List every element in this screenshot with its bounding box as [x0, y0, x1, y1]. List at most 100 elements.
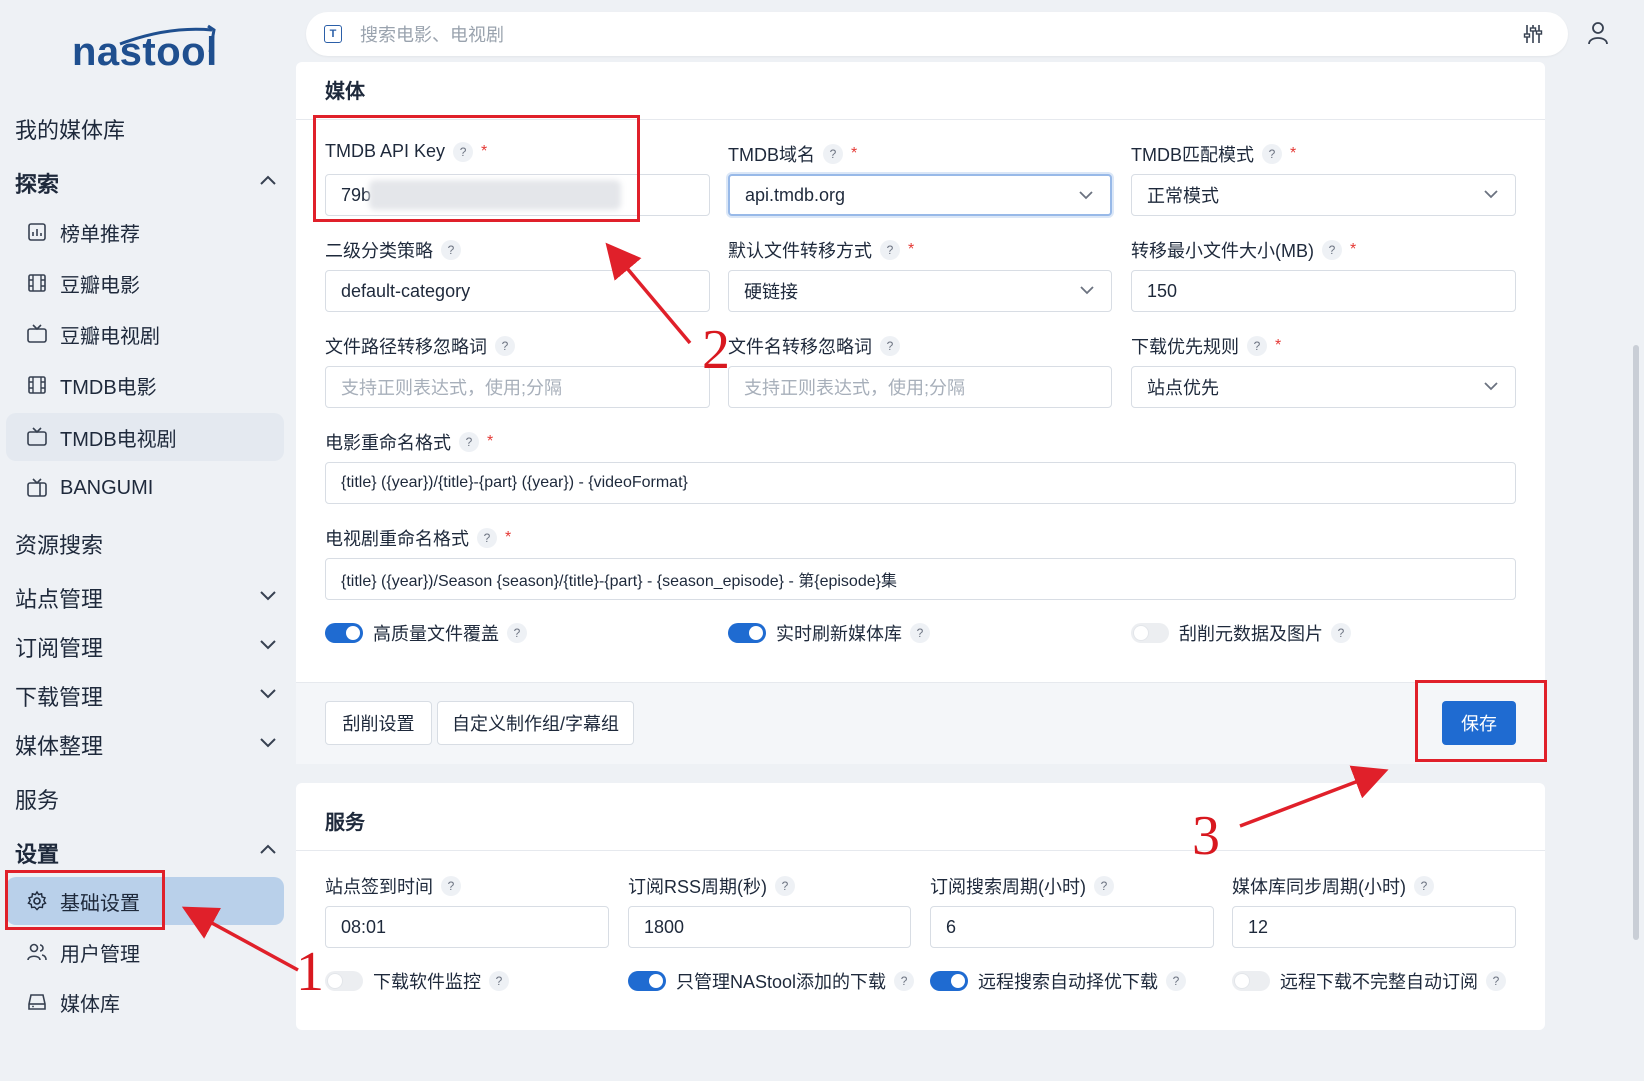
help-icon[interactable]: ? [894, 971, 915, 991]
help-icon[interactable]: ? [1094, 876, 1114, 896]
search-bar[interactable]: T 搜索电影、电视剧 [306, 12, 1568, 56]
help-icon[interactable]: ? [775, 876, 795, 896]
transfer-mode-select[interactable]: 硬链接 [728, 270, 1112, 312]
sidebar-item-tmdb-movie[interactable]: TMDB电影 [6, 361, 284, 409]
help-icon[interactable]: ? [880, 336, 900, 356]
help-icon[interactable]: ? [489, 971, 509, 991]
help-icon[interactable]: ? [1331, 623, 1351, 643]
chevron-down-icon[interactable] [258, 637, 278, 651]
required-mark: * [487, 433, 494, 450]
name-ignore-input[interactable]: 支持正则表达式，使用;分隔 [728, 366, 1112, 408]
field-label-download-rule: 下载优先规则 ? * [1131, 333, 1281, 359]
library-sync-input[interactable]: 12 [1232, 906, 1516, 948]
sidebar-item-rankings[interactable]: 榜单推荐 [6, 208, 284, 256]
movie-rename-input[interactable]: {title} ({year})/{title}-{part} ({year})… [325, 462, 1516, 504]
sidebar-item-bangumi[interactable]: BANGUMI [6, 464, 284, 512]
sidebar-item-label: 媒体库 [60, 993, 120, 1016]
help-icon[interactable]: ? [507, 623, 527, 643]
help-icon[interactable]: ? [495, 336, 515, 356]
nav-download-manage[interactable]: 下载管理 [15, 680, 103, 712]
help-icon[interactable]: ? [459, 432, 479, 452]
toggle-remote-best-download[interactable]: 远程搜索自动择优下载 ? [930, 968, 1186, 994]
chevron-down-icon[interactable] [258, 588, 278, 602]
annotation-box-save [1415, 680, 1547, 762]
toggle-realtime-refresh[interactable]: 实时刷新媒体库 ? [728, 620, 930, 646]
toggle-manage-nastool-only[interactable]: 只管理NAStool添加的下载 ? [628, 968, 915, 994]
scrollbar[interactable] [1633, 345, 1639, 940]
tmdb-match-select[interactable]: 正常模式 [1131, 174, 1516, 216]
label-text: 文件名转移忽略词 [728, 337, 872, 357]
switch[interactable] [325, 971, 363, 991]
input-value: 08:01 [341, 916, 387, 937]
sidebar-item-label: 榜单推荐 [60, 223, 140, 246]
hdd-icon [26, 991, 48, 1013]
tmdb-domain-select[interactable]: api.tmdb.org [728, 174, 1112, 216]
select-value: 站点优先 [1147, 378, 1219, 398]
nav-media-organize[interactable]: 媒体整理 [15, 729, 103, 761]
label-text: 二级分类策略 [325, 241, 433, 261]
search-period-input[interactable]: 6 [930, 906, 1214, 948]
help-icon[interactable]: ? [477, 528, 497, 548]
min-file-size-input[interactable]: 150 [1131, 270, 1516, 312]
nav-resource-search[interactable]: 资源搜索 [15, 528, 103, 560]
download-rule-select[interactable]: 站点优先 [1131, 366, 1516, 408]
custom-group-button[interactable]: 自定义制作组/字幕组 [437, 701, 634, 745]
switch[interactable] [325, 623, 363, 643]
help-icon[interactable]: ? [823, 144, 843, 164]
switch[interactable] [728, 623, 766, 643]
chevron-up-icon[interactable] [258, 842, 278, 856]
rss-period-input[interactable]: 1800 [628, 906, 911, 948]
toggle-remote-incomplete-subscribe[interactable]: 远程下载不完整自动订阅 ? [1232, 968, 1506, 994]
scrape-settings-button[interactable]: 刮削设置 [325, 701, 432, 745]
sidebar-item-tmdb-tv[interactable]: TMDB电视剧 [6, 413, 284, 461]
filter-sliders-icon[interactable] [1522, 23, 1544, 45]
nav-service[interactable]: 服务 [15, 783, 59, 815]
input-placeholder: 支持正则表达式，使用;分隔 [341, 378, 562, 398]
annotation-number-2: 2 [702, 319, 730, 381]
sidebar-item-douban-movie[interactable]: 豆瓣电影 [6, 259, 284, 307]
logo[interactable]: nastool [72, 30, 218, 75]
toggle-scrape-metadata[interactable]: 刮削元数据及图片 ? [1131, 620, 1351, 646]
field-label-tv-rename: 电视剧重命名格式 ? * [325, 525, 511, 551]
help-icon[interactable]: ? [910, 623, 930, 643]
search-type-icon[interactable]: T [324, 25, 342, 43]
select-value: 正常模式 [1147, 186, 1219, 206]
help-icon[interactable]: ? [1322, 240, 1342, 260]
user-icon[interactable] [1586, 20, 1610, 46]
toggle-downloader-monitor[interactable]: 下载软件监控 ? [325, 968, 509, 994]
switch[interactable] [1131, 623, 1169, 643]
help-icon[interactable]: ? [1486, 971, 1506, 991]
nav-site-manage[interactable]: 站点管理 [15, 582, 103, 614]
label-text: 电影重命名格式 [325, 433, 451, 453]
help-icon[interactable]: ? [1166, 971, 1186, 991]
help-icon[interactable]: ? [441, 876, 461, 896]
tv-rename-input[interactable]: {title} ({year})/Season {season}/{title}… [325, 558, 1516, 600]
sidebar-item-user-manage[interactable]: 用户管理 [6, 928, 284, 976]
path-ignore-input[interactable]: 支持正则表达式，使用;分隔 [325, 366, 710, 408]
nav-subscribe-manage[interactable]: 订阅管理 [15, 631, 103, 663]
nav-explore[interactable]: 探索 [15, 167, 59, 199]
nav-my-library[interactable]: 我的媒体库 [15, 113, 125, 145]
help-icon[interactable]: ? [441, 240, 461, 260]
search-input[interactable]: 搜索电影、电视剧 [360, 21, 504, 47]
sidebar-item-media-library[interactable]: 媒体库 [6, 978, 284, 1026]
switch[interactable] [628, 971, 666, 991]
chevron-down-icon[interactable] [258, 735, 278, 749]
switch[interactable] [930, 971, 968, 991]
users-icon [26, 941, 48, 963]
card-title: 媒体 [325, 81, 365, 103]
help-icon[interactable]: ? [1262, 144, 1282, 164]
help-icon[interactable]: ? [880, 240, 900, 260]
chevron-up-icon[interactable] [258, 173, 278, 187]
switch[interactable] [1232, 971, 1270, 991]
signin-time-input[interactable]: 08:01 [325, 906, 609, 948]
label-text: 下载优先规则 [1131, 337, 1239, 357]
help-icon[interactable]: ? [1414, 876, 1434, 896]
chart-icon [26, 221, 48, 243]
sidebar-item-douban-tv[interactable]: 豆瓣电视剧 [6, 310, 284, 358]
toggle-hq-overwrite[interactable]: 高质量文件覆盖 ? [325, 620, 527, 646]
help-icon[interactable]: ? [1247, 336, 1267, 356]
category-strategy-input[interactable]: default-category [325, 270, 710, 312]
chevron-down-icon[interactable] [258, 686, 278, 700]
nav-settings[interactable]: 设置 [15, 837, 59, 869]
